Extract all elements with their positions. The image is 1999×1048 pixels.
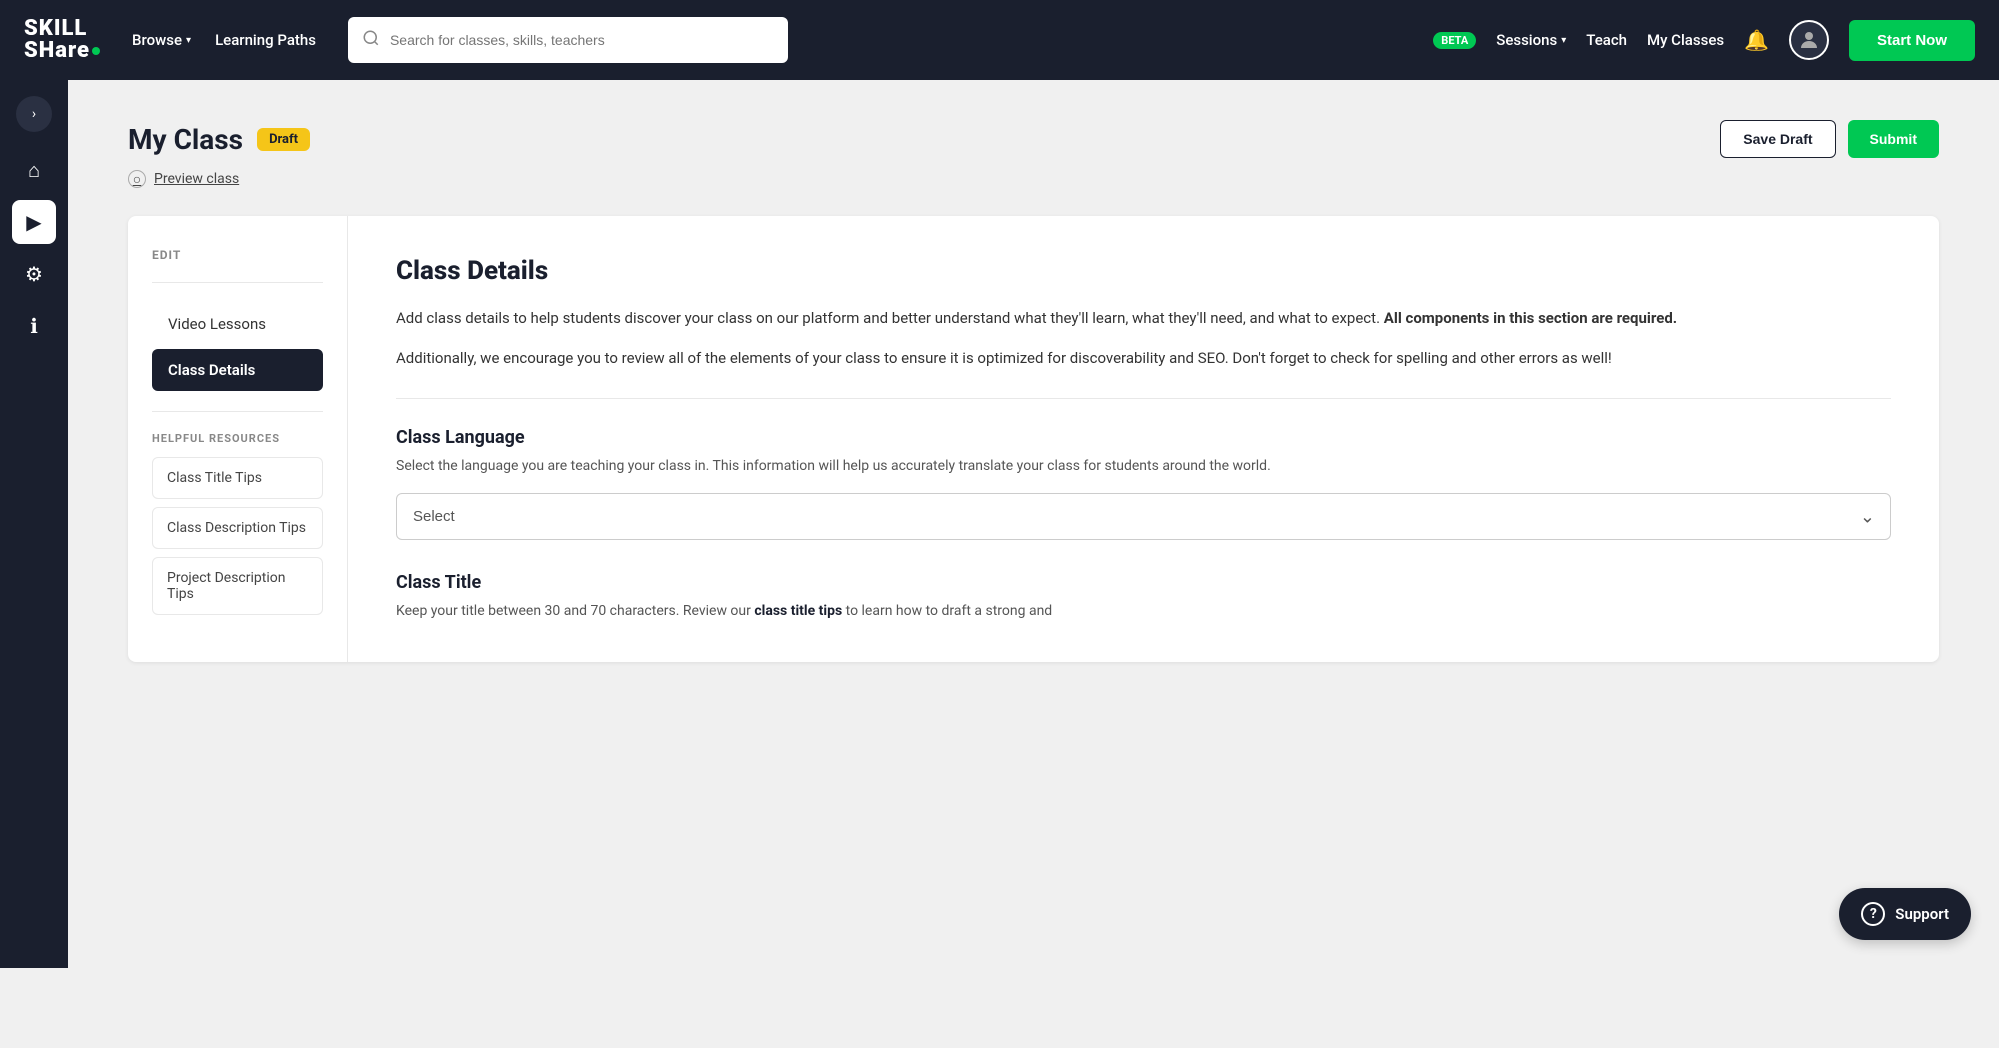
preview-label: Preview class xyxy=(154,171,239,187)
save-draft-button[interactable]: Save Draft xyxy=(1720,120,1835,158)
header-buttons: Save Draft Submit xyxy=(1720,120,1939,158)
class-title-field: Class Title Keep your title between 30 a… xyxy=(396,572,1891,622)
class-details-nav-item[interactable]: Class Details xyxy=(152,349,323,391)
left-sidebar: › ⌂ ▶ ⚙ ℹ xyxy=(0,80,68,968)
class-language-label: Class Language xyxy=(396,427,1891,448)
class-title-description: Keep your title between 30 and 70 charac… xyxy=(396,601,1891,622)
class-description-tips-link[interactable]: Class Description Tips xyxy=(152,507,323,549)
page-wrapper: › ⌂ ▶ ⚙ ℹ My Class Draft Save Draft Subm… xyxy=(0,80,1999,968)
search-bar xyxy=(348,17,788,63)
class-edit-panel: EDIT Video Lessons Class Details HELPFUL… xyxy=(128,216,1939,662)
class-language-description: Select the language you are teaching you… xyxy=(396,456,1891,477)
browse-chevron-icon: ▾ xyxy=(186,35,191,46)
support-button[interactable]: ? Support xyxy=(1839,888,1971,940)
avatar[interactable] xyxy=(1789,20,1829,60)
class-details-title: Class Details xyxy=(396,256,1891,286)
panel-nav-divider-2 xyxy=(152,411,323,412)
panel-content: Class Details Add class details to help … xyxy=(348,216,1939,662)
panel-nav-divider-1 xyxy=(152,282,323,283)
search-icon xyxy=(362,29,380,51)
class-title-tips-link[interactable]: Class Title Tips xyxy=(152,457,323,499)
nav-right: BETA Sessions ▾ Teach My Classes 🔔 Start… xyxy=(1433,20,1975,61)
helpful-resources-label: HELPFUL RESOURCES xyxy=(152,432,323,445)
support-icon: ? xyxy=(1861,902,1885,926)
page-header: My Class Draft Save Draft Submit xyxy=(128,120,1939,158)
class-language-select[interactable]: Select English Spanish French German Jap… xyxy=(396,493,1891,540)
preview-class-link[interactable]: ○ Preview class xyxy=(128,170,1939,188)
video-lessons-nav-item[interactable]: Video Lessons xyxy=(152,303,323,345)
sessions-chevron-icon: ▾ xyxy=(1561,35,1566,46)
beta-badge: BETA xyxy=(1433,32,1476,49)
content-divider xyxy=(396,398,1891,399)
browse-nav-link[interactable]: Browse ▾ xyxy=(132,31,191,49)
teach-nav-link[interactable]: Teach xyxy=(1586,31,1627,49)
my-classes-nav-link[interactable]: My Classes xyxy=(1647,31,1724,49)
info-sidebar-icon[interactable]: ℹ xyxy=(12,304,56,348)
play-sidebar-icon[interactable]: ▶ xyxy=(12,200,56,244)
class-language-field: Class Language Select the language you a… xyxy=(396,427,1891,540)
search-input[interactable] xyxy=(390,32,774,48)
top-navigation: SKILLSHare Browse ▾ Learning Paths BETA … xyxy=(0,0,1999,80)
class-details-description-1: Add class details to help students disco… xyxy=(396,306,1891,330)
expand-sidebar-button[interactable]: › xyxy=(16,96,52,132)
gear-sidebar-icon[interactable]: ⚙ xyxy=(12,252,56,296)
submit-button[interactable]: Submit xyxy=(1848,120,1939,158)
learning-paths-nav-link[interactable]: Learning Paths xyxy=(215,31,316,49)
class-title-label: Class Title xyxy=(396,572,1891,593)
page-title: My Class xyxy=(128,123,243,156)
preview-circle-icon: ○ xyxy=(128,170,146,188)
sessions-nav-link[interactable]: Sessions ▾ xyxy=(1496,31,1566,49)
start-now-button[interactable]: Start Now xyxy=(1849,20,1975,61)
draft-badge: Draft xyxy=(257,128,310,151)
class-language-select-wrapper: Select English Spanish French German Jap… xyxy=(396,493,1891,540)
home-sidebar-icon[interactable]: ⌂ xyxy=(12,148,56,192)
notification-bell-icon[interactable]: 🔔 xyxy=(1744,28,1769,52)
class-title-tips-inline-link[interactable]: class title tips xyxy=(754,603,842,619)
edit-section-label: EDIT xyxy=(152,248,323,262)
panel-navigation: EDIT Video Lessons Class Details HELPFUL… xyxy=(128,216,348,662)
project-description-tips-link[interactable]: Project Description Tips xyxy=(152,557,323,615)
page-title-row: My Class Draft xyxy=(128,123,310,156)
skillshare-logo[interactable]: SKILLSHare xyxy=(24,18,100,62)
class-details-description-2: Additionally, we encourage you to review… xyxy=(396,346,1891,370)
resources-section: HELPFUL RESOURCES Class Title Tips Class… xyxy=(152,432,323,615)
main-content: My Class Draft Save Draft Submit ○ Previ… xyxy=(68,80,1999,968)
